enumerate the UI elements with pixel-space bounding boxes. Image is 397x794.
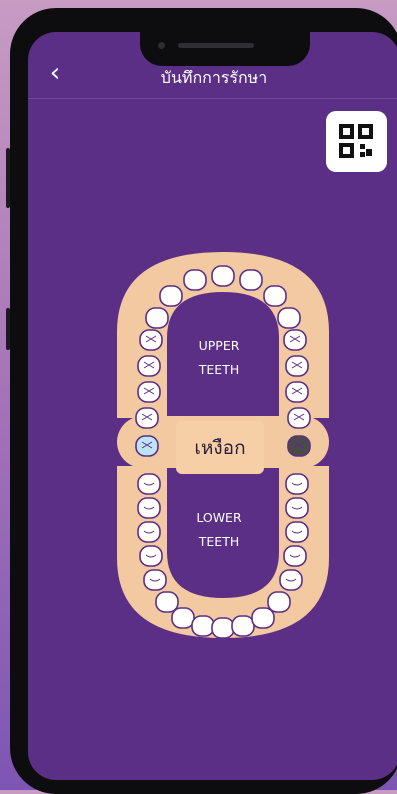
tooth-upper-3[interactable] bbox=[137, 381, 161, 403]
tooth-upper-11[interactable] bbox=[263, 285, 287, 307]
lower-label-line2: TEETH bbox=[198, 534, 240, 549]
tooth-upper-16[interactable] bbox=[287, 407, 311, 429]
tooth-lower-2[interactable] bbox=[137, 497, 161, 519]
tooth-upper-selected-dark[interactable] bbox=[287, 435, 311, 457]
tooth-lower-16[interactable] bbox=[285, 497, 309, 519]
lower-label-line1: LOWER bbox=[196, 510, 242, 525]
home-indicator bbox=[28, 770, 397, 780]
camera bbox=[158, 42, 165, 49]
tooth-lower-14[interactable] bbox=[283, 545, 307, 567]
upper-label-line2: TEETH bbox=[198, 362, 240, 377]
tooth-upper-14[interactable] bbox=[285, 355, 309, 377]
tooth-lower-10[interactable] bbox=[231, 615, 255, 637]
tooth-upper-6[interactable] bbox=[145, 307, 169, 329]
tooth-upper-13[interactable] bbox=[283, 329, 307, 351]
upper-label-line1: UPPER bbox=[198, 338, 240, 353]
tooth-upper-15[interactable] bbox=[285, 381, 309, 403]
phone-frame: ‹ บันทึกการรักษา UPPER TEETH LOWER TEETH… bbox=[6, 8, 397, 794]
tooth-upper-7[interactable] bbox=[159, 285, 183, 307]
tooth-lower-3[interactable] bbox=[137, 521, 161, 543]
tooth-upper-5[interactable] bbox=[139, 329, 163, 351]
tooth-lower-4[interactable] bbox=[139, 545, 163, 567]
lower-teeth-label: LOWER TEETH bbox=[174, 506, 264, 554]
tooth-lower-13[interactable] bbox=[279, 569, 303, 591]
gum-button[interactable]: เหงือก bbox=[176, 421, 264, 474]
upper-teeth-label: UPPER TEETH bbox=[174, 334, 264, 382]
tooth-upper-selected-blue[interactable] bbox=[135, 435, 159, 457]
tooth-upper-10[interactable] bbox=[239, 269, 263, 291]
tooth-lower-11[interactable] bbox=[251, 607, 275, 629]
app-screen: ‹ บันทึกการรักษา UPPER TEETH LOWER TEETH… bbox=[28, 32, 397, 780]
tooth-lower-9[interactable] bbox=[211, 617, 235, 638]
speaker bbox=[178, 43, 254, 48]
notch bbox=[140, 32, 310, 66]
tooth-lower-6[interactable] bbox=[155, 591, 179, 613]
tooth-upper-9[interactable] bbox=[211, 265, 235, 287]
tooth-lower-7[interactable] bbox=[171, 607, 195, 629]
page-title: บันทึกการรักษา bbox=[160, 68, 268, 87]
tooth-lower-15[interactable] bbox=[285, 521, 309, 543]
tooth-lower-8[interactable] bbox=[191, 615, 215, 637]
tooth-upper-8[interactable] bbox=[183, 269, 207, 291]
tooth-lower-1[interactable] bbox=[137, 473, 161, 495]
tooth-upper-4[interactable] bbox=[137, 355, 161, 377]
tooth-lower-17[interactable] bbox=[285, 473, 309, 495]
tooth-lower-12[interactable] bbox=[267, 591, 291, 613]
qr-code-button[interactable] bbox=[326, 111, 387, 172]
qr-code-icon bbox=[339, 124, 373, 158]
power-button bbox=[6, 308, 10, 350]
tooth-upper-2[interactable] bbox=[135, 407, 159, 429]
tooth-lower-5[interactable] bbox=[143, 569, 167, 591]
tooth-upper-12[interactable] bbox=[277, 307, 301, 329]
volume-button bbox=[6, 148, 10, 208]
